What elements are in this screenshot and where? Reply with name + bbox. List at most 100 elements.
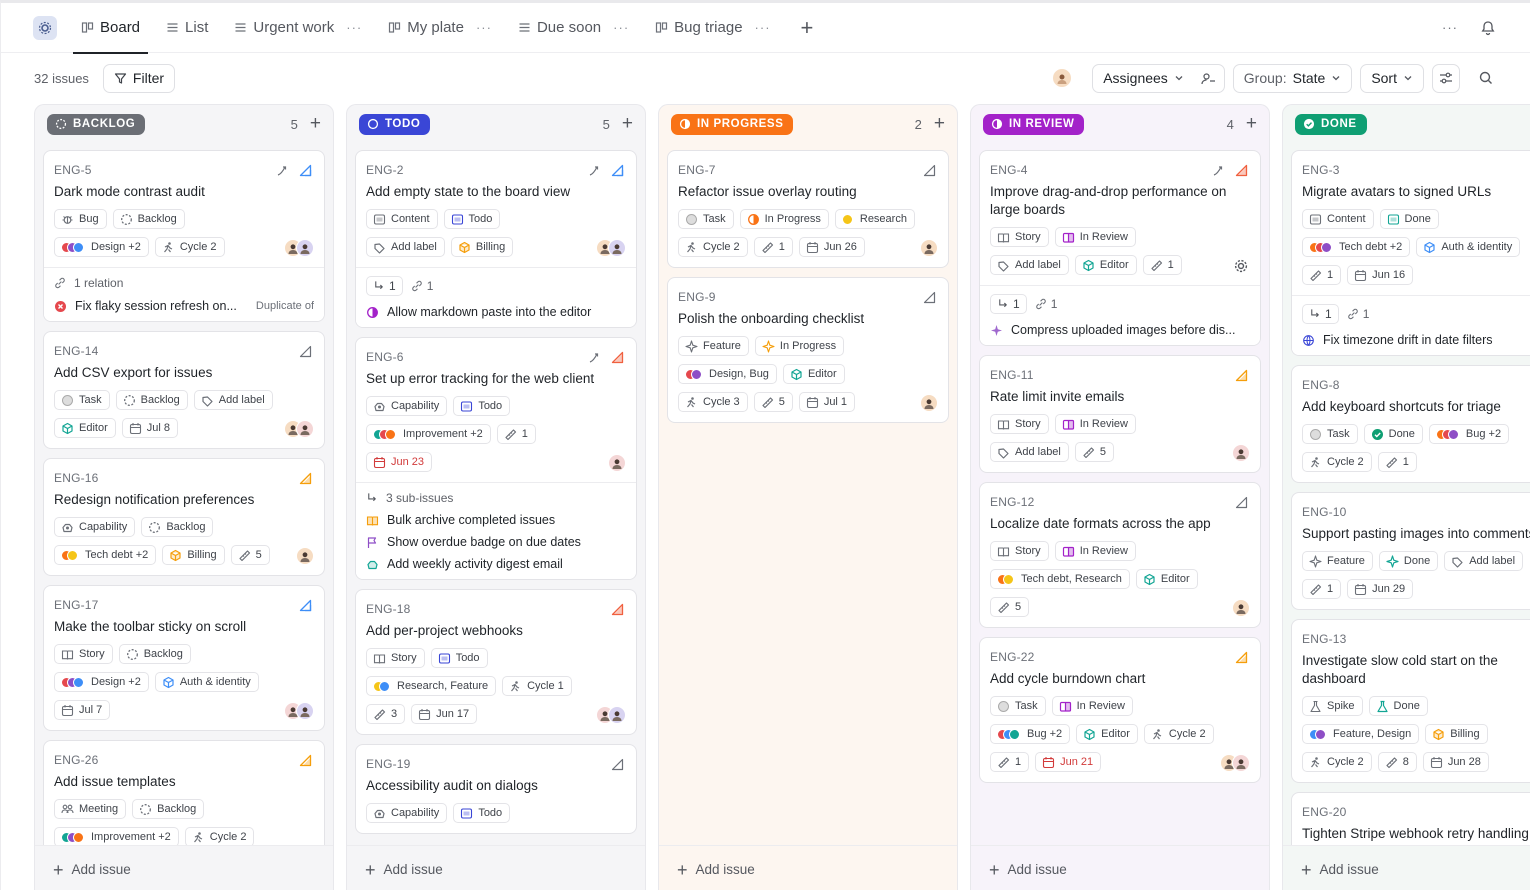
cube-blue-chip[interactable]: Auth & identity [1416, 237, 1521, 257]
user-filter-icon[interactable] [1200, 71, 1216, 87]
label-chip[interactable]: Add label [1444, 551, 1524, 571]
estimate-chip[interactable]: 1 [496, 424, 536, 444]
sub-issue[interactable]: Fix timezone drift in date filters [1302, 333, 1530, 347]
story-chip[interactable]: Story [990, 227, 1049, 247]
tab-due-soon[interactable]: Due soon ··· [510, 3, 637, 53]
labels-chip[interactable]: Design +2 [54, 237, 149, 257]
tab-menu-icon[interactable]: ··· [613, 20, 629, 35]
sub-issue[interactable]: Bulk archive completed issues [366, 513, 626, 527]
column-add-button[interactable]: + [934, 113, 945, 135]
inreview-chip[interactable]: In Review [1054, 541, 1136, 561]
column-add-button[interactable]: + [1246, 113, 1257, 135]
calendar-chip[interactable]: Jul 8 [121, 418, 178, 438]
labels-chip[interactable]: Bug +2 [1428, 424, 1510, 444]
issue-card[interactable]: ENG-26 Add issue templates Meeting Backlog I… [43, 740, 325, 845]
cube-orange-chip[interactable]: Billing [162, 545, 225, 565]
assignee-avatar[interactable] [920, 239, 938, 257]
spike-chip[interactable]: Spike [1302, 696, 1363, 716]
estimate-chip[interactable]: 3 [366, 704, 406, 724]
cycle-chip[interactable]: Cycle 2 [678, 237, 748, 257]
calendar-red-chip[interactable]: Jun 21 [1035, 752, 1102, 772]
issue-card[interactable]: ENG-9 Polish the onboarding checklist Feat… [667, 277, 949, 423]
column-add-button[interactable]: + [622, 113, 633, 135]
issue-card[interactable]: ENG-11 Rate limit invite emails Story In Re… [979, 355, 1261, 473]
todo-chip[interactable]: Todo [430, 648, 488, 668]
assignee-avatar[interactable] [296, 547, 314, 565]
column-add-button[interactable]: + [310, 113, 321, 135]
cycle-chip[interactable]: Cycle 2 [154, 237, 225, 257]
label-chip[interactable]: Add label [990, 442, 1069, 462]
sub-issue[interactable]: Allow markdown paste into the editor [366, 305, 626, 319]
label-chip[interactable]: Add label [366, 237, 445, 257]
estimate-chip[interactable]: 1 [753, 237, 793, 257]
avatar[interactable] [1052, 68, 1073, 88]
cycle-chip[interactable]: Cycle 2 [184, 827, 255, 845]
estimate-chip[interactable]: 1 [1377, 452, 1417, 472]
tab-menu-icon[interactable]: ··· [476, 20, 492, 35]
assignee-avatar[interactable] [608, 706, 626, 724]
inreview-chip[interactable]: In Review [1051, 696, 1133, 716]
issue-card[interactable]: ENG-17 Make the toolbar sticky on scroll S… [43, 585, 325, 731]
label-chip[interactable]: Add label [990, 255, 1069, 275]
cycle-chip[interactable]: Cycle 2 [1302, 452, 1372, 472]
tab-menu-icon[interactable]: ··· [755, 20, 771, 35]
backlog-chip[interactable]: Backlog [132, 799, 205, 819]
cube-teal-chip[interactable]: Editor [782, 364, 845, 384]
backlog-chip[interactable]: Backlog [115, 390, 188, 410]
inreview-chip[interactable]: In Review [1054, 414, 1136, 434]
capability-chip[interactable]: Capability [366, 396, 448, 416]
state-badge[interactable]: IN REVIEW [983, 113, 1085, 135]
estimate-chip[interactable]: 5 [990, 597, 1030, 617]
display-options-button[interactable] [1432, 63, 1460, 93]
issue-card[interactable]: ENG-12 Localize date formats across the a… [979, 482, 1261, 628]
cycle-chip[interactable]: Cycle 1 [502, 676, 572, 696]
inprogress-chip[interactable]: In Progress [739, 209, 829, 229]
capability-chip[interactable]: Capability [54, 517, 136, 537]
tab-board[interactable]: Board [73, 3, 149, 54]
issue-card[interactable]: ENG-22 Add cycle burndown chart Task In Rev… [979, 637, 1261, 783]
labels-chip[interactable]: Design, Bug [678, 364, 777, 384]
group-by-button[interactable]: Group: State [1232, 63, 1353, 93]
task-chip[interactable]: Task [1302, 424, 1358, 444]
assignee-avatar[interactable] [296, 420, 314, 438]
issue-card[interactable]: ENG-19 Accessibility audit on dialogs Capa… [355, 744, 637, 834]
story-chip[interactable]: Story [990, 541, 1049, 561]
estimate-chip[interactable]: 5 [753, 392, 793, 412]
inprogress-star-chip[interactable]: In Progress [754, 336, 845, 356]
labels-chip[interactable]: Feature, Design [1302, 724, 1420, 744]
add-issue-button[interactable]: + Add issue [1283, 845, 1530, 890]
estimate-chip[interactable]: 5 [230, 545, 270, 565]
assignee-avatar[interactable] [1232, 444, 1250, 462]
done-check-chip[interactable]: Done [1363, 424, 1423, 444]
assignee-avatar[interactable] [920, 394, 938, 412]
add-issue-button[interactable]: + Add issue [35, 845, 333, 890]
workspace-logo[interactable] [33, 15, 57, 40]
calendar-chip[interactable]: Jun 16 [1347, 265, 1414, 285]
labels-chip[interactable]: Bug +2 [990, 724, 1071, 744]
labels-chip[interactable]: Improvement +2 [366, 424, 491, 444]
cycle-chip[interactable]: Cycle 3 [678, 392, 748, 412]
calendar-chip[interactable]: Jul 1 [798, 392, 856, 412]
spike-teal-chip[interactable]: Done [1368, 696, 1428, 716]
calendar-chip[interactable]: Jun 26 [798, 237, 865, 257]
assignee-avatar[interactable] [1232, 754, 1250, 772]
add-issue-button[interactable]: + Add issue [347, 845, 645, 890]
tab-my-plate[interactable]: My plate ··· [380, 3, 500, 53]
sub-issue[interactable]: Add weekly activity digest email [366, 557, 626, 571]
cube-orange-chip[interactable]: Billing [450, 237, 514, 257]
sort-button[interactable]: Sort [1360, 63, 1424, 93]
label-chip[interactable]: Add label [193, 390, 273, 410]
cube-orange-chip[interactable]: Billing [1425, 724, 1488, 744]
labels-chip[interactable]: Design +2 [54, 672, 149, 692]
calendar-chip[interactable]: Jun 17 [411, 704, 478, 724]
assignees-button[interactable]: Assignees [1092, 63, 1225, 93]
backlog-chip[interactable]: Backlog [141, 517, 214, 537]
cube-teal-chip[interactable]: Editor [54, 418, 116, 438]
tab-urgent-work[interactable]: Urgent work ··· [226, 3, 370, 53]
add-view-button[interactable]: + [801, 15, 814, 41]
assignee-avatar[interactable] [608, 239, 626, 257]
todo-chip[interactable]: Todo [453, 396, 511, 416]
labels-chip[interactable]: Improvement +2 [54, 827, 179, 845]
estimate-chip[interactable]: 1 [990, 752, 1030, 772]
todo-chip[interactable]: Todo [453, 803, 511, 823]
